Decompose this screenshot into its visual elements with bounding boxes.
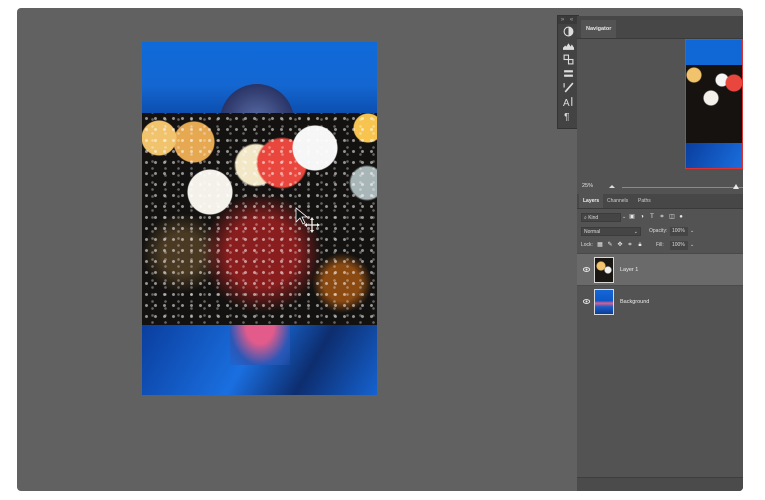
blend-row: Normal ⌄ Opacity: 100% ⌄ xyxy=(577,227,743,237)
chevron-down-icon: ⌄ xyxy=(633,229,638,235)
layers-panel-tabs: Layers Channels Paths xyxy=(577,194,743,209)
fill-field[interactable]: 100% xyxy=(670,241,688,250)
filter-shape-icon[interactable]: ⌗ xyxy=(659,214,665,220)
blend-mode-label: Normal xyxy=(584,229,601,235)
zoom-slider-track[interactable] xyxy=(622,187,743,188)
layer-row-background[interactable]: Background xyxy=(577,285,743,318)
swatches-icon[interactable] xyxy=(558,66,578,80)
layer-thumbnail xyxy=(594,257,614,283)
subject-collar xyxy=(230,325,290,365)
photoshop-workspace: » « A ¶ Navigator 25% Layers Channels Pa… xyxy=(17,8,743,491)
zoom-level[interactable]: 25% xyxy=(582,183,593,189)
right-panel-dock: Navigator 25% Layers Channels Paths ⌕ Ki… xyxy=(577,16,743,491)
navigator-header: Navigator xyxy=(577,16,743,39)
layer-1-rain-image xyxy=(142,113,377,325)
layer-row-layer-1[interactable]: Layer 1 xyxy=(577,253,743,286)
panel-icon-strip: » « A ¶ xyxy=(557,15,579,129)
lock-label: Lock: xyxy=(581,242,593,248)
document-canvas[interactable] xyxy=(142,42,377,395)
chevron-down-icon[interactable]: ⌄ xyxy=(622,214,626,220)
layer-name[interactable]: Layer 1 xyxy=(620,267,638,273)
chevron-down-icon[interactable]: ⌄ xyxy=(690,228,694,234)
filter-smart-object-icon[interactable]: ◫ xyxy=(669,214,675,220)
opacity-field[interactable]: 100% xyxy=(670,227,688,236)
layer-thumbnail xyxy=(594,289,614,315)
filter-kind-select[interactable]: ⌕ Kind xyxy=(581,213,621,222)
tab-channels[interactable]: Channels xyxy=(603,194,632,208)
svg-text:A: A xyxy=(563,97,570,106)
layer-name[interactable]: Background xyxy=(620,299,649,305)
blend-mode-select[interactable]: Normal ⌄ xyxy=(581,227,641,236)
lock-image-icon[interactable]: ✎ xyxy=(607,242,613,248)
lock-artboard-icon[interactable]: ⌗ xyxy=(627,242,633,248)
navigator-zoom-row: 25% xyxy=(577,182,743,194)
visibility-eye-icon[interactable] xyxy=(583,298,590,305)
fill-label: Fill: xyxy=(656,242,664,248)
paragraph-icon[interactable]: ¶ xyxy=(558,108,578,122)
brush-settings-icon[interactable] xyxy=(558,80,578,94)
tab-navigator[interactable]: Navigator xyxy=(581,20,617,38)
filter-adjustment-icon[interactable]: ◑ xyxy=(639,214,645,220)
move-cursor-icon xyxy=(295,207,320,233)
filter-kind-label: Kind xyxy=(588,215,599,221)
filter-pixel-icon[interactable]: ▣ xyxy=(629,214,635,220)
navigator-view-frame[interactable] xyxy=(685,39,743,169)
character-icon[interactable]: A xyxy=(558,94,578,108)
filter-toggle-icon[interactable]: ● xyxy=(678,214,684,220)
tab-layers[interactable]: Layers xyxy=(579,194,604,208)
filter-type-icon[interactable]: T xyxy=(649,214,655,220)
channels-icon[interactable] xyxy=(558,52,578,66)
histogram-icon[interactable] xyxy=(558,38,578,52)
lock-transparency-icon[interactable]: ▦ xyxy=(597,242,603,248)
adjustments-icon[interactable] xyxy=(558,24,578,38)
lock-all-icon[interactable]: 🔒︎ xyxy=(637,242,643,248)
lock-position-icon[interactable]: ✥ xyxy=(617,242,623,248)
layers-panel-footer xyxy=(577,477,743,491)
svg-text:¶: ¶ xyxy=(564,111,569,120)
strip-grip[interactable]: » « xyxy=(558,16,578,24)
tab-paths[interactable]: Paths xyxy=(634,194,655,208)
zoom-out-icon[interactable] xyxy=(609,183,615,189)
lock-row: Lock: ▦ ✎ ✥ ⌗ 🔒︎ Fill: 100% ⌄ xyxy=(577,241,743,251)
visibility-eye-icon[interactable] xyxy=(583,266,590,273)
zoom-slider-knob[interactable] xyxy=(733,184,739,189)
layer-filter-row: ⌕ Kind ⌄ ▣ ◑ T ⌗ ◫ ● xyxy=(577,213,743,223)
rain-drops xyxy=(142,113,377,325)
opacity-label: Opacity: xyxy=(649,228,668,234)
chevron-down-icon[interactable]: ⌄ xyxy=(690,242,694,248)
